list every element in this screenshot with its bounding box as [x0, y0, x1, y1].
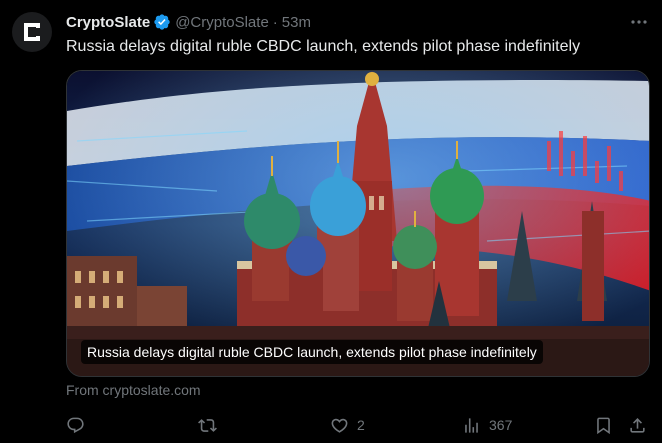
kremlin-illustration	[67, 71, 649, 376]
views-button[interactable]: 367	[462, 412, 512, 438]
action-bar: 2 367	[66, 412, 652, 438]
repost-button[interactable]	[198, 412, 225, 438]
share-button[interactable]	[628, 412, 647, 438]
display-name[interactable]: CryptoSlate	[66, 14, 150, 31]
repost-icon	[198, 418, 217, 432]
avatar[interactable]	[12, 12, 52, 52]
more-icon[interactable]	[630, 14, 648, 30]
verified-badge-icon[interactable]	[153, 13, 171, 31]
separator: ·	[272, 13, 278, 31]
like-count: 2	[357, 417, 365, 433]
cryptoslate-logo-icon	[24, 23, 40, 41]
handle[interactable]: @CryptoSlate	[175, 14, 269, 31]
bookmark-button[interactable]	[594, 412, 613, 438]
link-source[interactable]: From cryptoslate.com	[66, 382, 201, 398]
reply-icon	[67, 417, 84, 433]
views-count: 367	[489, 417, 513, 433]
views-icon	[465, 417, 478, 433]
share-icon	[630, 417, 645, 433]
post-header: CryptoSlate @CryptoSlate · 53m	[66, 12, 311, 32]
reply-button[interactable]	[66, 412, 93, 438]
post-media[interactable]: Russia delays digital ruble CBDC launch,…	[66, 70, 650, 377]
bookmark-icon	[597, 417, 610, 434]
heart-icon	[331, 418, 348, 433]
like-button[interactable]: 2	[330, 412, 365, 438]
post-text: Russia delays digital ruble CBDC launch,…	[66, 38, 581, 55]
media-caption: Russia delays digital ruble CBDC launch,…	[81, 340, 543, 364]
timestamp[interactable]: 53m	[282, 14, 311, 31]
